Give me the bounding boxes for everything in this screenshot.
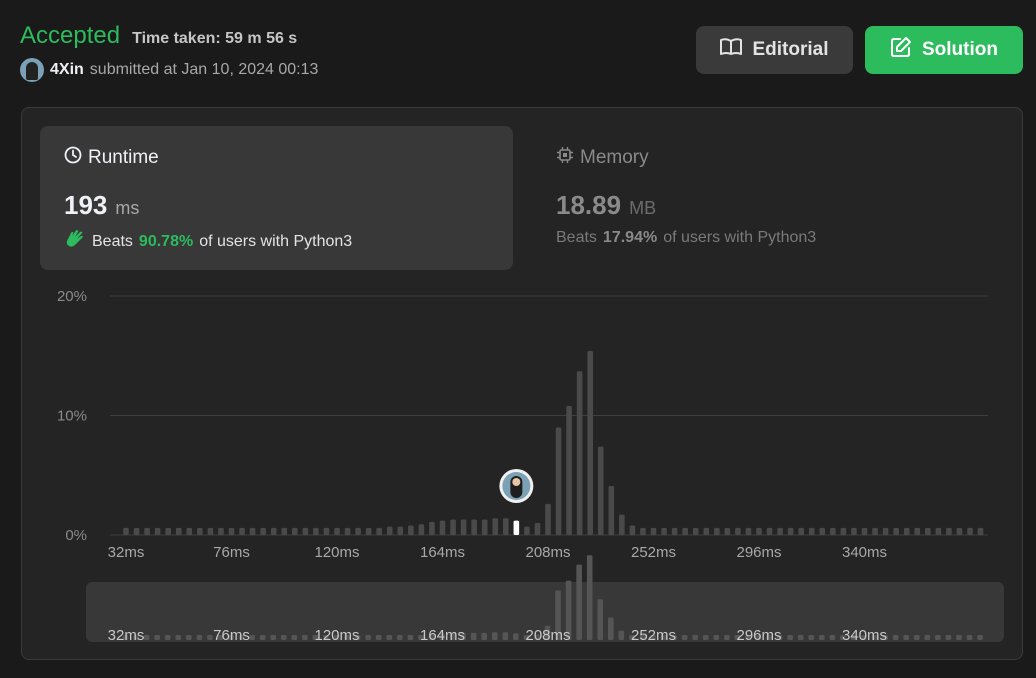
clock-icon — [64, 146, 82, 170]
memory-card[interactable]: Memory 18.89 MB Beats 17.94% of users wi… — [532, 126, 1005, 270]
clap-icon — [64, 229, 86, 254]
avatar[interactable] — [20, 58, 44, 82]
runtime-beats-prefix: Beats — [92, 232, 133, 250]
runtime-unit: ms — [115, 198, 140, 218]
username-link[interactable]: 4Xin — [50, 61, 84, 79]
results-panel: Runtime 193 ms Beats 90.78% of users wit… — [21, 107, 1023, 660]
runtime-title: Runtime — [88, 147, 159, 168]
book-icon — [720, 38, 743, 62]
solution-label: Solution — [922, 39, 998, 60]
runtime-beats-percent: 90.78% — [138, 232, 194, 250]
runtime-card[interactable]: Runtime 193 ms Beats 90.78% of users wit… — [40, 126, 513, 270]
submission-header: Accepted Time taken: 59 m 56 s 4Xin subm… — [20, 22, 318, 82]
chip-icon — [556, 146, 574, 170]
time-taken: Time taken: 59 m 56 s — [132, 30, 298, 47]
memory-title: Memory — [580, 147, 649, 168]
runtime-beats-suffix: of users with Python3 — [199, 232, 353, 250]
memory-beats-percent: 17.94% — [602, 229, 658, 246]
editorial-label: Editorial — [752, 39, 829, 60]
memory-value: 18.89 — [556, 190, 622, 220]
memory-unit: MB — [629, 198, 657, 218]
editorial-button[interactable]: Editorial — [696, 26, 853, 74]
memory-beats-suffix: of users with Python3 — [663, 229, 817, 246]
memory-beats-prefix: Beats — [556, 229, 597, 246]
edit-icon — [890, 36, 912, 64]
solution-button[interactable]: Solution — [865, 26, 1023, 74]
submitted-time: submitted at Jan 10, 2024 00:13 — [89, 61, 319, 78]
runtime-value: 193 — [64, 190, 108, 220]
status-accepted: Accepted — [20, 22, 121, 49]
